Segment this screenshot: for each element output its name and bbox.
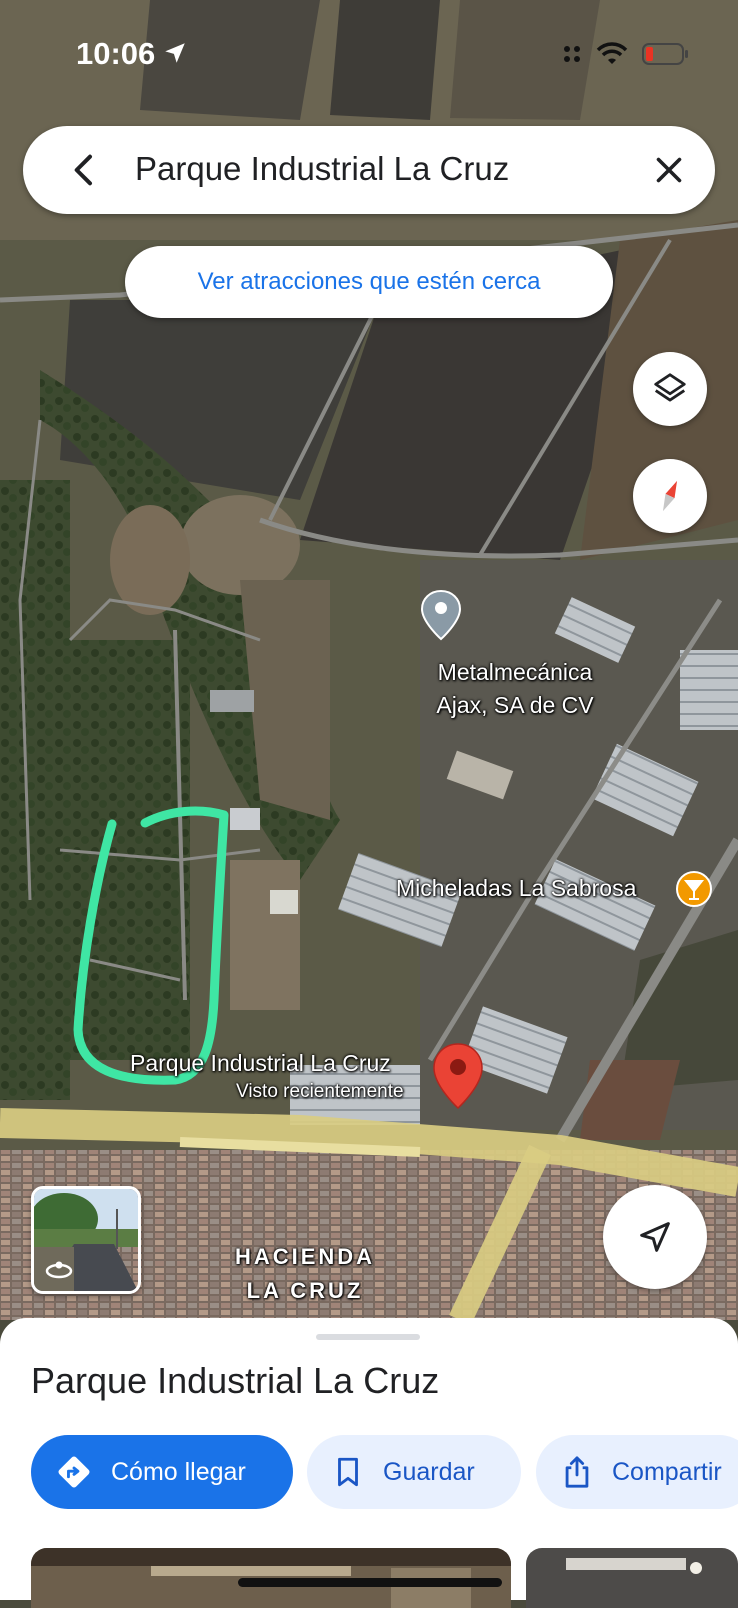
wifi-icon (596, 42, 628, 64)
map-label-metalmecanica[interactable]: Metalmecánica Ajax, SA de CV (405, 656, 625, 722)
street-view-rotate-icon (45, 1261, 73, 1279)
home-indicator[interactable] (238, 1578, 502, 1587)
location-services-icon (165, 43, 185, 63)
search-bar[interactable]: Parque Industrial La Cruz (23, 126, 715, 214)
compass-icon (662, 480, 678, 512)
directions-icon (58, 1456, 90, 1488)
directions-label: Cómo llegar (111, 1457, 246, 1486)
sheet-drag-handle[interactable] (316, 1334, 420, 1340)
poi-bar-icon[interactable] (676, 871, 712, 907)
map-label-neighborhood: HACIENDA LA CRUZ (230, 1240, 380, 1308)
label-line: Metalmecánica (437, 659, 593, 685)
share-button[interactable]: Compartir (536, 1435, 738, 1509)
label-line: HACIENDA (234, 1244, 376, 1269)
place-photo-image (526, 1548, 738, 1608)
status-time: 10:06 (76, 36, 156, 71)
save-button[interactable]: Guardar (307, 1435, 521, 1509)
share-icon (565, 1456, 589, 1488)
compass-button[interactable] (633, 459, 707, 533)
layers-button[interactable] (633, 352, 707, 426)
layers-icon (654, 373, 686, 402)
place-bottom-sheet[interactable]: Parque Industrial La Cruz Cómo llegar Gu… (0, 1318, 738, 1608)
street-view-thumbnail[interactable] (31, 1186, 141, 1294)
my-location-icon (640, 1222, 670, 1252)
map-label-micheladas[interactable]: Micheladas La Sabrosa (396, 875, 636, 902)
share-label: Compartir (612, 1457, 722, 1486)
save-label: Guardar (383, 1457, 475, 1486)
back-icon[interactable] (65, 150, 105, 190)
my-location-button[interactable] (603, 1185, 707, 1289)
label-line: Ajax, SA de CV (436, 692, 594, 718)
place-photo[interactable] (526, 1548, 738, 1608)
battery-icon (642, 43, 688, 65)
close-icon[interactable] (651, 152, 687, 188)
status-bar: 10:06 (0, 0, 738, 110)
search-query[interactable]: Parque Industrial La Cruz (135, 150, 509, 188)
directions-button[interactable]: Cómo llegar (31, 1435, 293, 1509)
label-line: LA CRUZ (246, 1278, 364, 1303)
cellular-signal-icon (564, 46, 580, 62)
map-label-selected-place[interactable]: Parque Industrial La Cruz (130, 1050, 391, 1077)
bookmark-icon (338, 1457, 358, 1487)
nearby-attractions-chip[interactable]: Ver atracciones que estén cerca (125, 246, 613, 318)
place-title: Parque Industrial La Cruz (31, 1360, 440, 1401)
status-icons (562, 42, 690, 66)
map-label-recently-viewed: Visto recientemente (236, 1081, 404, 1102)
